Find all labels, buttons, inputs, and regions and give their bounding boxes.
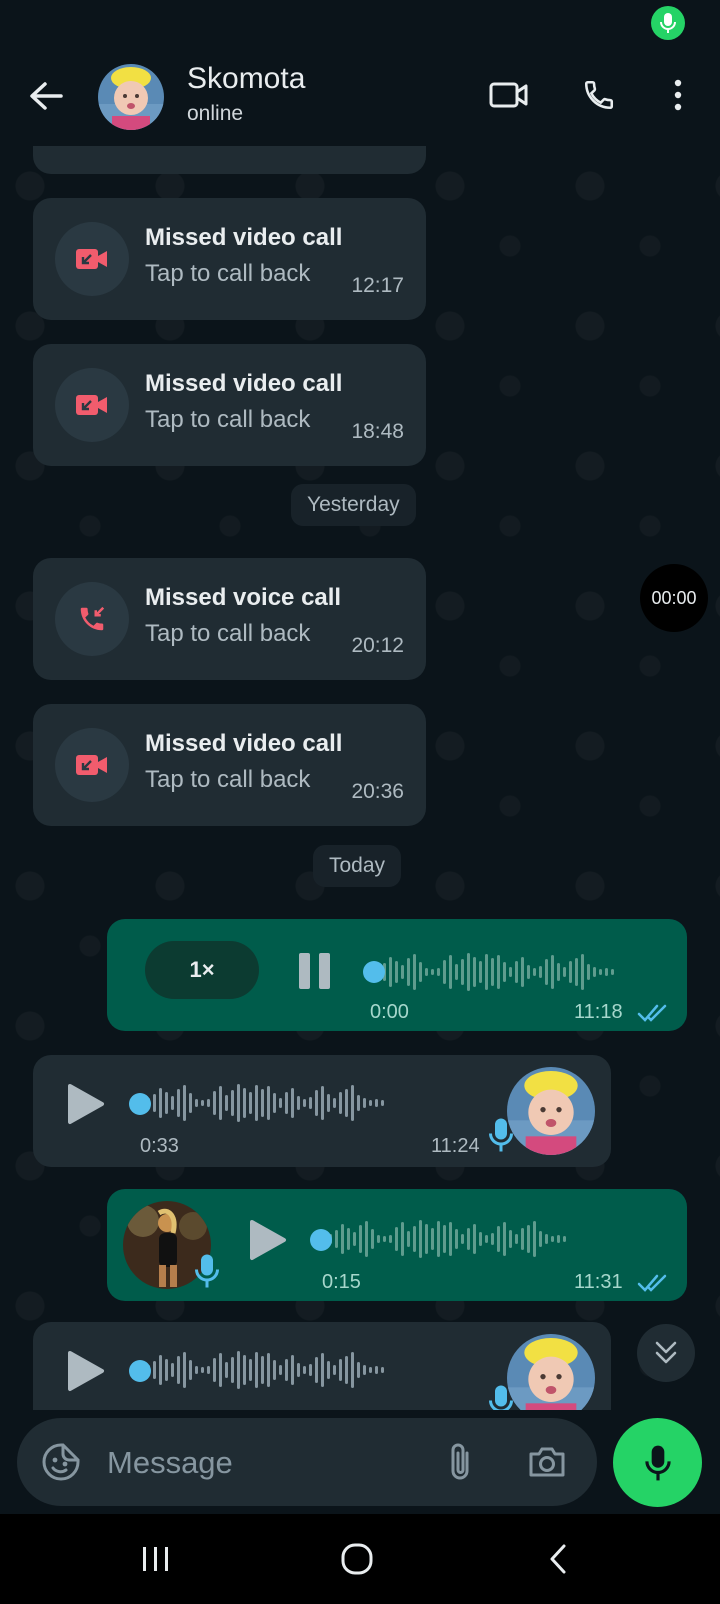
missed-call-message[interactable]: Missed video call Tap to call back 12:17 (33, 198, 426, 320)
mic-icon (195, 1254, 219, 1288)
mic-icon (660, 13, 676, 33)
system-navigation-bar (0, 1514, 720, 1604)
recent-apps-icon (143, 1547, 168, 1571)
voice-duration: 0:33 (140, 1135, 179, 1157)
composer-bar (17, 1418, 597, 1506)
pause-button[interactable] (297, 951, 333, 991)
voice-message-incoming[interactable]: 0:33 11:24 (33, 1055, 611, 1167)
message-bubble-partial[interactable] (33, 146, 426, 174)
call-title: Missed voice call (145, 584, 342, 611)
chat-header: Skomota online (0, 48, 720, 146)
message-time: 20:12 (351, 634, 404, 657)
status-bar (0, 0, 720, 48)
double-check-icon (637, 1274, 667, 1292)
voice-position: 0:00 (370, 1001, 409, 1023)
mic-icon (489, 1118, 513, 1152)
sticker-button[interactable] (37, 1438, 85, 1486)
camera-button[interactable] (523, 1438, 571, 1486)
contact-name[interactable]: Skomota (187, 62, 305, 96)
call-subtitle: Tap to call back (145, 260, 311, 287)
message-input[interactable] (105, 1438, 409, 1488)
message-time: 11:18 (574, 1001, 623, 1023)
call-title: Missed video call (145, 370, 343, 397)
date-divider: Today (313, 845, 402, 887)
attach-icon (451, 1443, 469, 1480)
chevron-left-icon (550, 1544, 566, 1574)
date-divider: Yesterday (291, 484, 416, 526)
playback-seek-handle[interactable] (129, 1093, 151, 1115)
play-icon (250, 1220, 286, 1260)
playback-seek-handle[interactable] (363, 961, 385, 983)
sender-avatar (507, 1334, 595, 1410)
missed-call-message[interactable]: Missed voice call Tap to call back 20:12 (33, 558, 426, 680)
mic-icon (644, 1445, 671, 1480)
missed-video-call-icon (55, 728, 129, 802)
back-button[interactable] (24, 74, 68, 118)
recent-apps-button[interactable] (126, 1536, 186, 1582)
system-back-button[interactable] (528, 1536, 588, 1582)
camera-icon (529, 1447, 565, 1477)
missed-video-call-icon (55, 222, 129, 296)
missed-call-message[interactable]: Missed video call Tap to call back 18:48 (33, 344, 426, 466)
message-time: 18:48 (351, 420, 404, 443)
waveform (329, 1219, 566, 1259)
missed-video-call-icon (55, 368, 129, 442)
waveform (147, 1083, 384, 1123)
call-subtitle: Tap to call back (145, 766, 311, 793)
double-check-icon (637, 1004, 667, 1022)
contact-avatar[interactable] (98, 64, 164, 130)
scroll-down-icon (655, 1341, 677, 1364)
waveform (147, 1350, 384, 1390)
pause-icon (299, 953, 330, 989)
sticker-icon (42, 1443, 80, 1481)
missed-call-message[interactable]: Missed video call Tap to call back 20:36 (33, 704, 426, 826)
contact-status: online (187, 102, 244, 125)
play-icon (68, 1351, 104, 1391)
voice-message-incoming[interactable] (33, 1322, 611, 1410)
home-button[interactable] (327, 1536, 387, 1582)
call-title: Missed video call (145, 730, 343, 757)
back-arrow-icon (30, 82, 63, 110)
mic-icon (489, 1385, 513, 1410)
play-icon (68, 1084, 104, 1124)
scroll-to-bottom-button[interactable] (637, 1324, 695, 1382)
voice-record-button[interactable] (613, 1418, 702, 1507)
playback-seek-handle[interactable] (310, 1229, 332, 1251)
play-button[interactable] (67, 1350, 105, 1397)
recording-timer: 00:00 (640, 564, 708, 632)
voice-message-outgoing[interactable]: 1× 0:00 11:18 (107, 919, 687, 1031)
playback-seek-handle[interactable] (129, 1360, 151, 1382)
voice-duration: 0:15 (322, 1271, 361, 1293)
play-button[interactable] (67, 1083, 105, 1130)
voice-message-outgoing[interactable]: 0:15 11:31 (107, 1189, 687, 1301)
attach-button[interactable] (437, 1438, 485, 1486)
call-title: Missed video call (145, 224, 343, 251)
play-button[interactable] (249, 1219, 287, 1266)
video-call-button[interactable] (484, 70, 534, 120)
more-options-button[interactable] (653, 70, 703, 120)
voice-call-button[interactable] (574, 70, 624, 120)
playback-speed-button[interactable]: 1× (145, 941, 259, 999)
message-list[interactable]: Missed video call Tap to call back 12:17… (0, 146, 720, 1410)
voice-call-icon (584, 80, 614, 110)
mic-in-use-indicator (651, 6, 685, 40)
message-time: 20:36 (351, 780, 404, 803)
call-subtitle: Tap to call back (145, 406, 311, 433)
missed-voice-call-icon (55, 582, 129, 656)
message-time: 11:31 (574, 1271, 623, 1293)
more-options-icon (674, 79, 682, 111)
waveform (377, 952, 614, 992)
message-time: 11:24 (431, 1135, 480, 1157)
sender-avatar (507, 1067, 595, 1155)
video-call-icon (489, 82, 528, 108)
home-icon (341, 1543, 373, 1575)
message-time: 12:17 (351, 274, 404, 297)
call-subtitle: Tap to call back (145, 620, 311, 647)
